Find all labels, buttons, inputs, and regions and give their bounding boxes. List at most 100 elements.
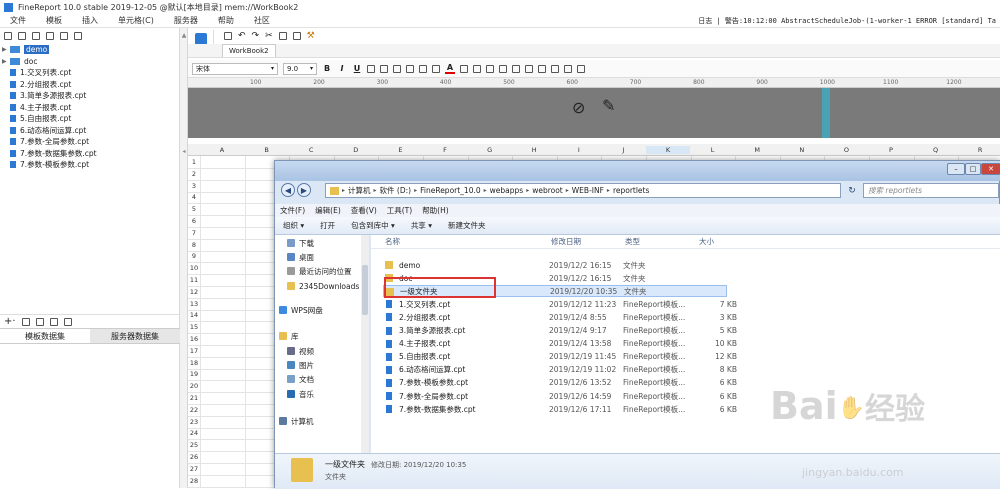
column-label[interactable]: C <box>289 146 333 154</box>
column-label[interactable]: K <box>646 146 690 154</box>
maximize-button[interactable]: □ <box>965 163 981 175</box>
column-label[interactable]: H <box>512 146 556 154</box>
locate-icon[interactable] <box>32 32 40 40</box>
row-label[interactable]: 11 <box>188 276 200 284</box>
row-label[interactable]: 16 <box>188 335 200 343</box>
explorer-menu-item[interactable]: 帮助(H) <box>417 205 454 216</box>
undo-icon[interactable]: ↶ <box>238 31 246 41</box>
font-family-select[interactable]: 宋体 ▾ <box>192 62 278 75</box>
row-label[interactable]: 21 <box>188 394 200 402</box>
insert-cell-icon[interactable] <box>460 64 468 73</box>
nav-item[interactable]: 桌面 <box>287 251 314 263</box>
explorer-command-button[interactable]: 共享 ▾ <box>403 220 440 231</box>
column-label[interactable]: P <box>869 146 913 154</box>
expand-icon[interactable]: ▶ <box>2 58 10 65</box>
menu-item[interactable]: 社区 <box>244 15 280 26</box>
delete-icon[interactable] <box>60 32 68 40</box>
minimize-button[interactable]: – <box>947 163 965 175</box>
paste-icon[interactable] <box>292 32 301 40</box>
row-label[interactable]: 22 <box>188 406 200 414</box>
row-label[interactable]: 20 <box>188 382 200 390</box>
font-color-icon[interactable]: A <box>445 63 455 74</box>
row-label[interactable]: 12 <box>188 288 200 296</box>
forward-button[interactable]: ▶ <box>297 183 311 197</box>
column-label[interactable]: R <box>958 146 1000 154</box>
breadcrumb-separator-icon[interactable]: ▸ <box>607 187 610 194</box>
menu-item[interactable]: 单元格(C) <box>108 15 164 26</box>
tree-folder[interactable]: ▶ demo <box>2 44 179 56</box>
row-label[interactable]: 27 <box>188 465 200 473</box>
nav-item[interactable]: 文档 <box>287 373 314 385</box>
tree-file[interactable]: 5.自由报表.cpt <box>2 113 179 125</box>
file-row[interactable]: 7.参数-数据集参数.cpt 2019/12/6 17:11 FineReport模… <box>383 403 743 415</box>
format-painter-icon[interactable]: ⚒ <box>307 31 315 41</box>
column-label[interactable]: E <box>378 146 422 154</box>
insert-rich-text-icon[interactable] <box>486 64 494 73</box>
back-button[interactable]: ◀ <box>281 183 295 197</box>
row-label[interactable]: 10 <box>188 264 200 272</box>
insert-image-icon[interactable] <box>512 64 520 73</box>
expand-icon[interactable]: ▶ <box>2 46 10 53</box>
file-row[interactable]: 3.简单多源报表.cpt 2019/12/4 9:17 FineReport模板..… <box>383 325 743 337</box>
breadcrumb-segment[interactable]: reportlets <box>613 186 649 195</box>
insert-chart-icon[interactable] <box>525 64 533 73</box>
row-label[interactable]: 4 <box>188 193 200 201</box>
row-label[interactable]: 3 <box>188 182 200 190</box>
column-label[interactable]: L <box>691 146 735 154</box>
column-label[interactable]: A <box>200 146 244 154</box>
file-row[interactable]: 7.参数-模板参数.cpt 2019/12/6 13:52 FineReport模板… <box>383 377 743 389</box>
insert-subreport-icon[interactable] <box>551 64 559 73</box>
file-row[interactable]: 5.自由报表.cpt 2019/12/19 11:45 FineReport模板..… <box>383 351 743 363</box>
row-label[interactable]: 17 <box>188 347 200 355</box>
menu-item[interactable]: 服务器 <box>164 15 208 26</box>
column-header-cell[interactable]: 类型 <box>625 236 640 247</box>
add-dataset-icon[interactable]: +· <box>4 316 16 327</box>
row-label[interactable]: 13 <box>188 300 200 308</box>
explorer-menu-item[interactable]: 工具(T) <box>382 205 417 216</box>
breadcrumb-segment[interactable]: FineReport_10.0 <box>420 186 481 195</box>
breadcrumb-separator-icon[interactable]: ▸ <box>484 187 487 194</box>
file-row[interactable]: demo 2019/12/2 16:15 文件夹 <box>383 259 743 271</box>
tree-file[interactable]: 2.分组报表.cpt <box>2 79 179 91</box>
breadcrumb-segment[interactable]: 计算机 <box>348 185 371 196</box>
align-right-icon[interactable] <box>393 64 401 73</box>
column-label[interactable]: F <box>423 146 467 154</box>
nav-scrollbar[interactable] <box>361 235 369 453</box>
explorer-menu-item[interactable]: 查看(V) <box>346 205 382 216</box>
fill-color-icon[interactable] <box>432 64 440 73</box>
breadcrumb-segment[interactable]: webapps <box>490 186 524 195</box>
log-status[interactable]: 日志 | 警告:10:12:00 AbstractScheduleJob-(1-… <box>698 14 996 28</box>
row-label[interactable]: 24 <box>188 429 200 437</box>
explorer-command-button[interactable]: 包含到库中 ▾ <box>343 220 403 231</box>
address-bar[interactable]: ▸ 计算机 ▸ 软件 (D:) ▸ FineReport_10.0 ▸ webapps ▸ web… <box>325 183 841 198</box>
insert-barcode-icon[interactable] <box>564 64 572 73</box>
dataset-settings-icon[interactable] <box>63 317 72 326</box>
tree-folder[interactable]: ▶ doc <box>2 56 179 68</box>
tree-file[interactable]: 4.主子报表.cpt <box>2 102 179 114</box>
tab-template-dataset[interactable]: 模板数据集 <box>0 329 90 343</box>
nav-item[interactable]: 最近访问的位置 <box>287 265 352 277</box>
breadcrumb-separator-icon[interactable]: ▸ <box>374 187 377 194</box>
file-row[interactable]: 4.主子报表.cpt 2019/12/4 13:58 FineReport模板...… <box>383 338 743 350</box>
file-row[interactable]: 6.动态格间运算.cpt 2019/12/19 11:02 FineReport模板… <box>383 364 743 376</box>
search-input[interactable]: 搜索 reportlets <box>863 183 999 198</box>
nav-item[interactable]: WPS网盘 <box>279 304 323 316</box>
insert-sparkline-icon[interactable] <box>577 64 585 73</box>
menu-item[interactable]: 帮助 <box>208 15 244 26</box>
column-header-cell[interactable]: 修改日期 <box>551 236 581 247</box>
file-row[interactable]: 2.分组报表.cpt 2019/12/4 8:55 FineReport模板... 3… <box>383 311 743 323</box>
menu-item[interactable]: 文件 <box>0 15 36 26</box>
file-row[interactable]: 7.参数-全局参数.cpt 2019/12/6 14:59 FineReport模板… <box>383 390 743 402</box>
row-label[interactable]: 9 <box>188 252 200 260</box>
bold-button[interactable]: B <box>322 64 332 73</box>
tree-file[interactable]: 1.交叉列表.cpt <box>2 67 179 79</box>
align-left-icon[interactable] <box>367 64 375 73</box>
copy-icon[interactable] <box>74 32 82 40</box>
row-label[interactable]: 15 <box>188 323 200 331</box>
column-label[interactable]: Q <box>914 146 958 154</box>
breadcrumb-separator-icon[interactable]: ▸ <box>566 187 569 194</box>
refresh-button[interactable]: ↻ <box>845 183 859 198</box>
hidden-eye-icon[interactable]: ⊘ <box>572 98 585 117</box>
row-label[interactable]: 8 <box>188 241 200 249</box>
column-label[interactable]: N <box>780 146 824 154</box>
